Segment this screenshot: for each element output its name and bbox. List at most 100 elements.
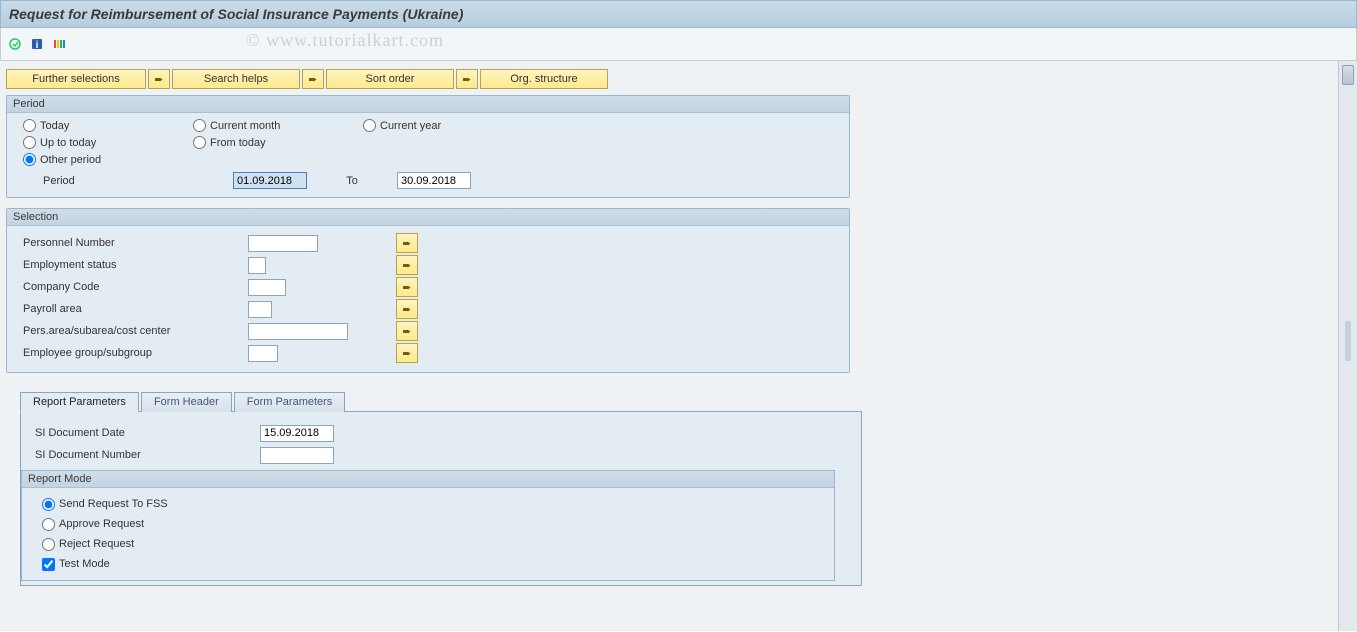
- si-doc-number-input[interactable]: [260, 447, 334, 464]
- radio-from-today-input[interactable]: [193, 136, 206, 149]
- action-button-row: Further selections ➨ Search helps ➨ Sort…: [6, 69, 1332, 89]
- period-label: Period: [43, 175, 233, 187]
- radio-current-year-label: Current year: [380, 120, 441, 132]
- tab-report-parameters[interactable]: Report Parameters: [20, 392, 139, 412]
- org-structure-label: Org. structure: [510, 73, 577, 85]
- period-group: Period Today Current month Current year …: [6, 95, 850, 198]
- sort-order-button[interactable]: Sort order: [326, 69, 454, 89]
- radio-from-today-label: From today: [210, 137, 266, 149]
- execute-icon[interactable]: [7, 36, 23, 52]
- info-icon[interactable]: i: [29, 36, 45, 52]
- radio-reject-input[interactable]: [42, 538, 55, 551]
- radio-send-request[interactable]: Send Request To FSS: [42, 494, 814, 514]
- tab-pane-report: SI Document Date SI Document Number Repo…: [20, 411, 862, 586]
- pers-area-multi-button[interactable]: ➨: [396, 321, 418, 341]
- arrow-right-icon: ➨: [402, 325, 411, 338]
- employee-group-multi-button[interactable]: ➨: [396, 343, 418, 363]
- selection-group: Selection Personnel Number ➨ Employment …: [6, 208, 850, 373]
- window-title: Request for Reimbursement of Social Insu…: [0, 0, 1357, 28]
- radio-reject-label: Reject Request: [59, 538, 134, 550]
- further-selections-button[interactable]: Further selections: [6, 69, 146, 89]
- employment-status-multi-button[interactable]: ➨: [396, 255, 418, 275]
- radio-current-month-input[interactable]: [193, 119, 206, 132]
- payroll-area-input[interactable]: [248, 301, 272, 318]
- si-doc-date-label: SI Document Date: [35, 427, 260, 439]
- tab-form-header[interactable]: Form Header: [141, 392, 232, 412]
- employment-status-label: Employment status: [23, 259, 248, 271]
- search-helps-button[interactable]: Search helps: [172, 69, 300, 89]
- company-code-multi-button[interactable]: ➨: [396, 277, 418, 297]
- radio-reject-request[interactable]: Reject Request: [42, 534, 814, 554]
- personnel-number-input[interactable]: [248, 235, 318, 252]
- employment-status-input[interactable]: [248, 257, 266, 274]
- variants-icon[interactable]: [51, 36, 67, 52]
- radio-today-label: Today: [40, 120, 69, 132]
- report-mode-legend: Report Mode: [22, 471, 834, 488]
- employee-group-input[interactable]: [248, 345, 278, 362]
- company-code-label: Company Code: [23, 281, 248, 293]
- arrow-right-icon: ➨: [402, 237, 411, 250]
- pers-area-input[interactable]: [248, 323, 348, 340]
- app-toolbar: i © www.tutorialkart.com: [0, 28, 1357, 61]
- radio-approve-request[interactable]: Approve Request: [42, 514, 814, 534]
- scrollbar-marker: [1345, 321, 1351, 361]
- arrow-right-icon: ➨: [462, 73, 471, 86]
- window-title-text: Request for Reimbursement of Social Insu…: [9, 6, 463, 22]
- employee-group-label: Employee group/subgroup: [23, 347, 248, 359]
- report-mode-group: Report Mode Send Request To FSS Approve …: [21, 470, 835, 581]
- tabstrip: Report Parameters Form Header Form Param…: [20, 391, 862, 411]
- org-structure-button[interactable]: Org. structure: [480, 69, 608, 89]
- arrow-right-icon: ➨: [402, 347, 411, 360]
- checkbox-test-mode[interactable]: Test Mode: [42, 554, 814, 574]
- period-from-input[interactable]: [233, 172, 307, 189]
- payroll-area-label: Payroll area: [23, 303, 248, 315]
- radio-other-period-input[interactable]: [23, 153, 36, 166]
- radio-today-input[interactable]: [23, 119, 36, 132]
- radio-approve-input[interactable]: [42, 518, 55, 531]
- radio-other-period-label: Other period: [40, 154, 101, 166]
- personnel-number-label: Personnel Number: [23, 237, 248, 249]
- further-selections-label: Further selections: [32, 73, 119, 85]
- period-legend: Period: [7, 96, 849, 113]
- search-helps-label: Search helps: [204, 73, 268, 85]
- radio-approve-label: Approve Request: [59, 518, 144, 530]
- payroll-area-multi-button[interactable]: ➨: [396, 299, 418, 319]
- radio-today[interactable]: Today: [23, 119, 193, 132]
- radio-up-to-today-input[interactable]: [23, 136, 36, 149]
- svg-text:i: i: [36, 40, 39, 51]
- radio-send-label: Send Request To FSS: [59, 498, 168, 510]
- content-area: Further selections ➨ Search helps ➨ Sort…: [0, 61, 1338, 631]
- radio-current-year-input[interactable]: [363, 119, 376, 132]
- tab-form-label: Form Parameters: [247, 396, 333, 408]
- checkbox-test-label: Test Mode: [59, 558, 110, 570]
- sort-order-label: Sort order: [366, 73, 415, 85]
- si-doc-date-input[interactable]: [260, 425, 334, 442]
- watermark-text: © www.tutorialkart.com: [246, 30, 444, 51]
- radio-current-month[interactable]: Current month: [193, 119, 363, 132]
- period-to-input[interactable]: [397, 172, 471, 189]
- checkbox-test-input[interactable]: [42, 558, 55, 571]
- company-code-input[interactable]: [248, 279, 286, 296]
- tab-report-label: Report Parameters: [33, 396, 126, 408]
- radio-up-to-today[interactable]: Up to today: [23, 136, 193, 149]
- vertical-scrollbar[interactable]: [1338, 61, 1357, 631]
- pers-area-label: Pers.area/subarea/cost center: [23, 325, 248, 337]
- search-helps-arrow-button[interactable]: ➨: [148, 69, 170, 89]
- arrow-right-icon: ➨: [402, 281, 411, 294]
- arrow-right-icon: ➨: [308, 73, 317, 86]
- arrow-right-icon: ➨: [402, 259, 411, 272]
- tab-header-label: Form Header: [154, 396, 219, 408]
- sort-order-arrow-button[interactable]: ➨: [302, 69, 324, 89]
- selection-legend: Selection: [7, 209, 849, 226]
- radio-current-month-label: Current month: [210, 120, 280, 132]
- radio-from-today[interactable]: From today: [193, 136, 363, 149]
- radio-send-input[interactable]: [42, 498, 55, 511]
- arrow-right-icon: ➨: [402, 303, 411, 316]
- personnel-number-multi-button[interactable]: ➨: [396, 233, 418, 253]
- radio-other-period[interactable]: Other period: [23, 153, 193, 166]
- org-structure-arrow-button[interactable]: ➨: [456, 69, 478, 89]
- si-doc-number-label: SI Document Number: [35, 449, 260, 461]
- scrollbar-thumb[interactable]: [1342, 65, 1354, 85]
- radio-current-year[interactable]: Current year: [363, 119, 533, 132]
- tab-form-parameters[interactable]: Form Parameters: [234, 392, 346, 412]
